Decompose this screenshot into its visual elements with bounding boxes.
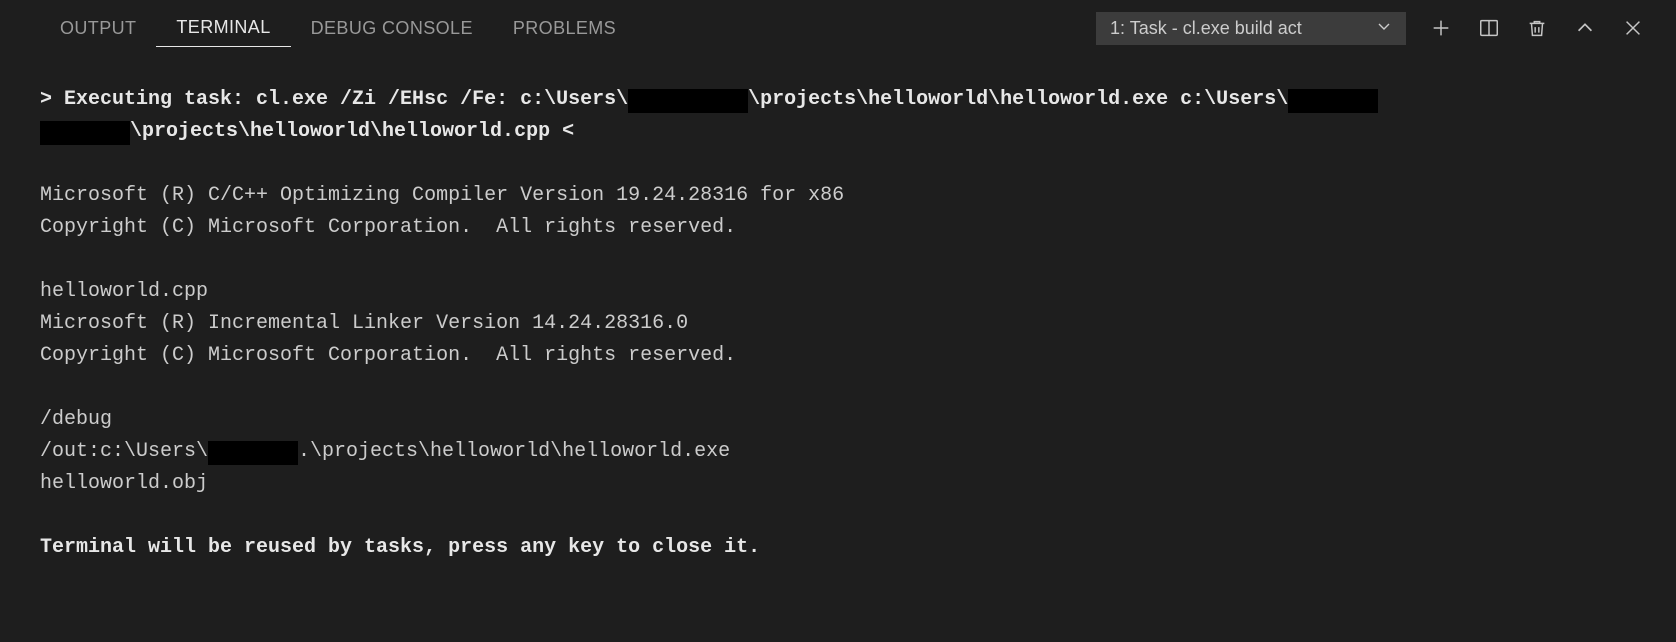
panel-toolbar: 1: Task - cl.exe build act bbox=[1096, 12, 1656, 45]
new-terminal-button[interactable] bbox=[1428, 15, 1454, 41]
redacted-username bbox=[628, 89, 748, 113]
redacted-username bbox=[208, 441, 298, 465]
source-file-line: helloworld.cpp bbox=[40, 280, 208, 303]
tab-debug-console[interactable]: DEBUG CONSOLE bbox=[291, 10, 493, 47]
exec-line-tail: \projects\helloworld\helloworld.cpp < bbox=[130, 120, 574, 143]
close-panel-button[interactable] bbox=[1620, 15, 1646, 41]
task-selector-label: 1: Task - cl.exe build act bbox=[1110, 18, 1302, 39]
redacted-username bbox=[40, 121, 130, 145]
exec-line-mid: \projects\helloworld\helloworld.exe c:\U… bbox=[748, 88, 1288, 111]
tab-output[interactable]: OUTPUT bbox=[40, 10, 156, 47]
tab-problems[interactable]: PROBLEMS bbox=[493, 10, 636, 47]
linker-line: Microsoft (R) Incremental Linker Version… bbox=[40, 312, 688, 335]
obj-file-line: helloworld.obj bbox=[40, 472, 208, 495]
out-line-prefix: /out:c:\Users\ bbox=[40, 440, 208, 463]
terminal-panel: OUTPUT TERMINAL DEBUG CONSOLE PROBLEMS 1… bbox=[0, 0, 1676, 642]
redacted-username bbox=[1288, 89, 1378, 113]
terminal-output[interactable]: > Executing task: cl.exe /Zi /EHsc /Fe: … bbox=[0, 56, 1676, 642]
copyright-line: Copyright (C) Microsoft Corporation. All… bbox=[40, 216, 736, 239]
split-terminal-button[interactable] bbox=[1476, 15, 1502, 41]
debug-flag-line: /debug bbox=[40, 408, 112, 431]
kill-terminal-button[interactable] bbox=[1524, 15, 1550, 41]
exec-line-prefix: > Executing task: cl.exe /Zi /EHsc /Fe: … bbox=[40, 88, 628, 111]
out-line-suffix: .\projects\helloworld\helloworld.exe bbox=[298, 440, 730, 463]
terminal-task-selector[interactable]: 1: Task - cl.exe build act bbox=[1096, 12, 1406, 45]
tab-terminal[interactable]: TERMINAL bbox=[156, 9, 290, 47]
copyright-line: Copyright (C) Microsoft Corporation. All… bbox=[40, 344, 736, 367]
compiler-line: Microsoft (R) C/C++ Optimizing Compiler … bbox=[40, 184, 844, 207]
reuse-line: Terminal will be reused by tasks, press … bbox=[40, 536, 760, 559]
chevron-down-icon bbox=[1376, 18, 1392, 39]
maximize-panel-button[interactable] bbox=[1572, 15, 1598, 41]
panel-tabbar: OUTPUT TERMINAL DEBUG CONSOLE PROBLEMS 1… bbox=[0, 0, 1676, 56]
